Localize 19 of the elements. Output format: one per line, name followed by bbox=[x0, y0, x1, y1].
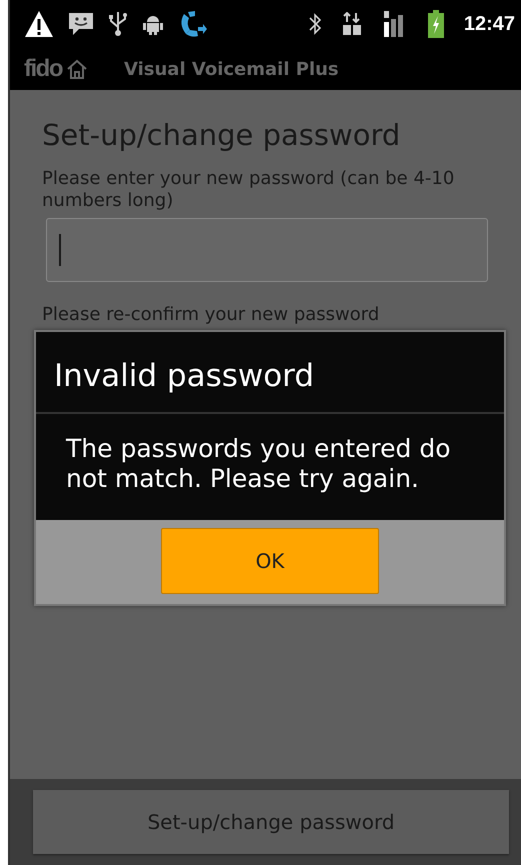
field-label: Please enter your new password (can be 4-10 numbers long) bbox=[42, 168, 456, 212]
network-3g-icon bbox=[342, 12, 362, 36]
dialog-message: The passwords you entered do not match. Please try again. bbox=[65, 433, 452, 495]
home-icon[interactable] bbox=[66, 59, 88, 79]
ok-button[interactable]: OK bbox=[161, 528, 379, 594]
brand-logo: fido bbox=[24, 55, 62, 83]
chat-bubble-icon bbox=[68, 12, 94, 36]
clock-time: 12:47 bbox=[464, 12, 515, 36]
app-title: Visual Voicemail Plus bbox=[124, 58, 339, 80]
bluetooth-icon bbox=[308, 12, 322, 36]
dialog-title: Invalid password bbox=[36, 332, 504, 414]
password-field[interactable] bbox=[46, 218, 488, 282]
warning-icon bbox=[24, 10, 54, 38]
field-label: Please re-confirm your new password bbox=[42, 304, 380, 326]
battery-charging-icon bbox=[428, 10, 444, 38]
text-cursor bbox=[59, 234, 61, 266]
usb-icon bbox=[108, 11, 128, 37]
page-heading: Set-up/change password bbox=[42, 118, 402, 152]
android-icon bbox=[142, 13, 164, 35]
